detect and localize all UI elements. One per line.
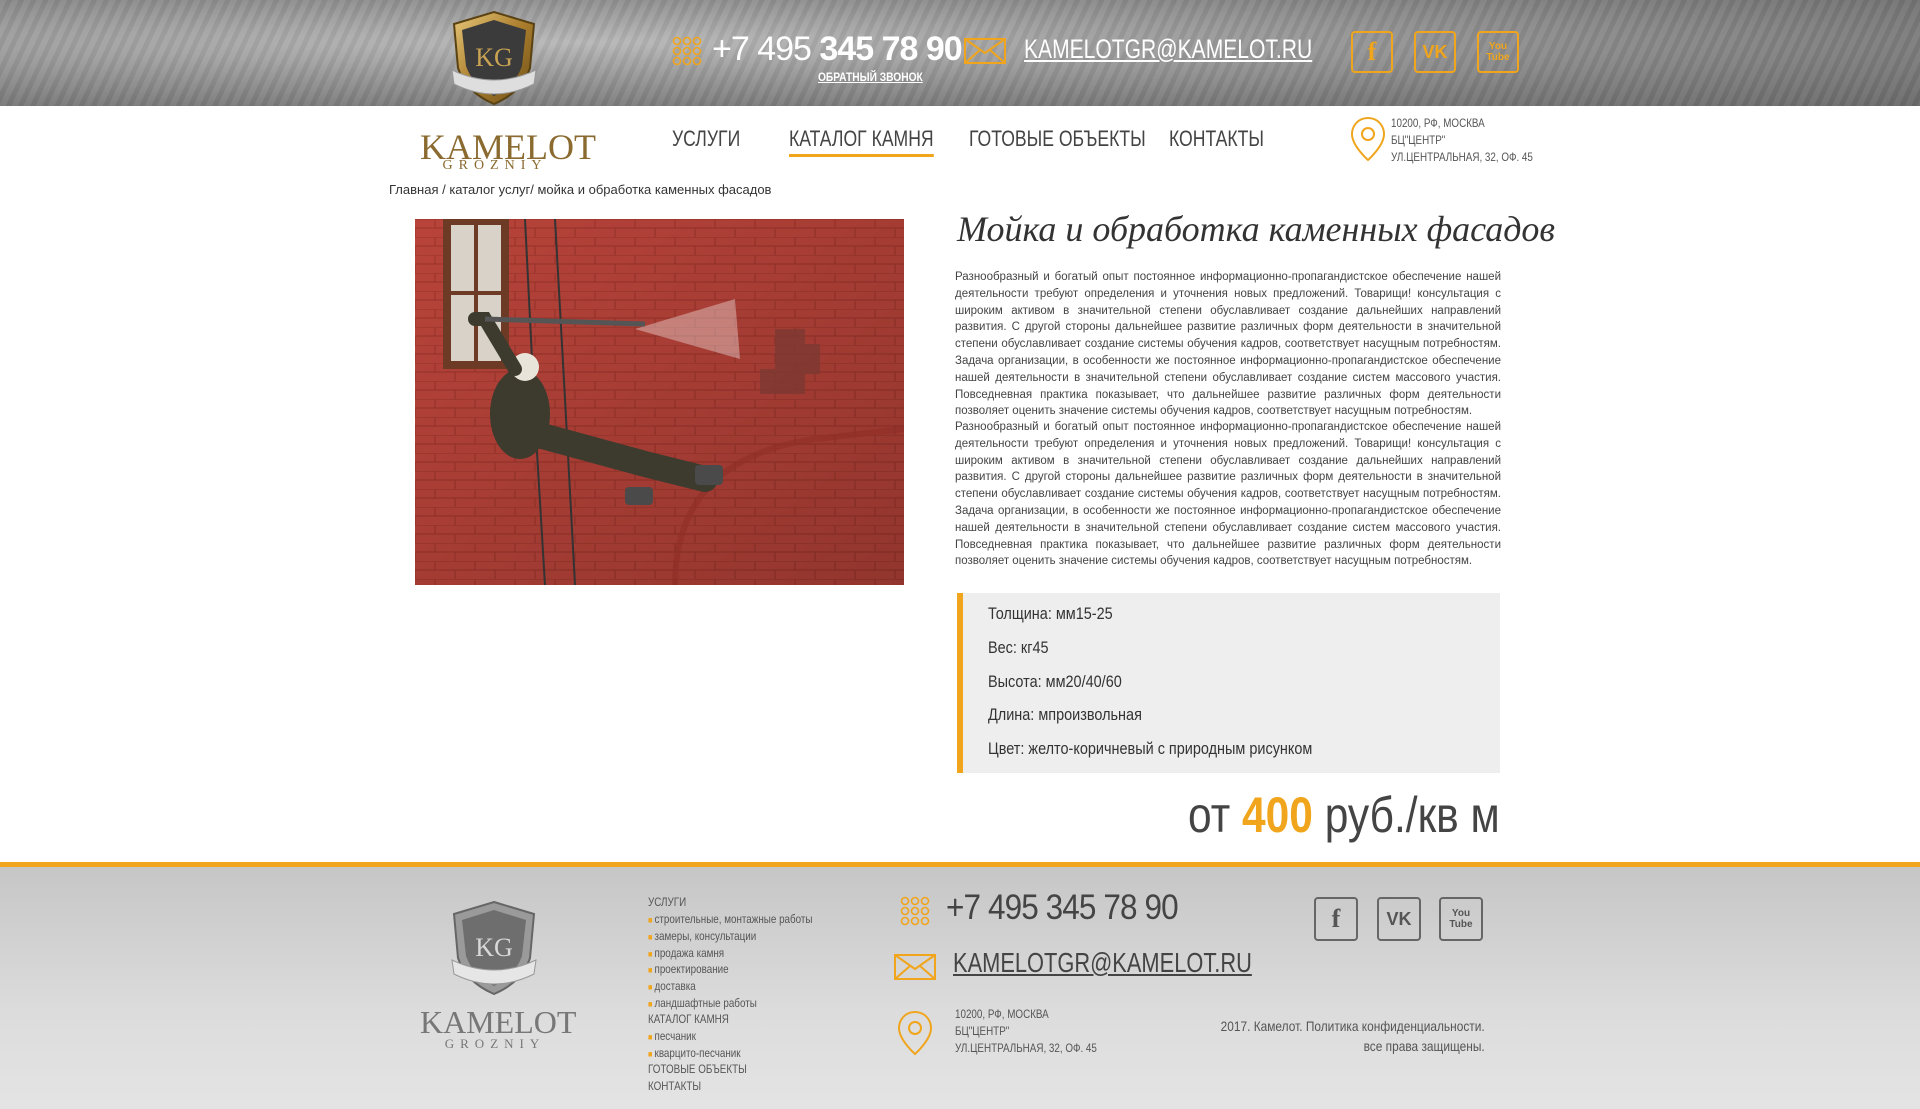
phone-number[interactable]: +7 495 345 78 90 [712,30,963,69]
logo-subtitle: GROZNIY [442,158,548,173]
footer-email[interactable]: KAMELOTGR@KAMELOT.RU [953,947,1252,979]
header-address: 10200, РФ, МОСКВА БЦ"ЦЕНТР" УЛ.ЦЕНТРАЛЬН… [1391,116,1533,164]
price: от 400 руб./кв м [1188,787,1500,843]
mail-icon [964,38,1006,64]
spec-thickness: Толщина: мм15-25 [988,604,1113,623]
footer-menu-services[interactable]: УСЛУГИ [648,895,686,909]
footer-keypad-icon [900,896,930,926]
footer-menu-item[interactable]: ландшафтные работы [648,996,757,1010]
footer-logo[interactable]: KG KAMELOT GROZNIY [420,900,576,1051]
footer-menu-item[interactable]: проектирование [648,962,729,976]
description-paragraph-2: Разнообразный и богатый опыт постоянное … [955,421,1501,568]
facebook-icon[interactable]: f [1351,31,1393,73]
nav-projects[interactable]: ГОТОВЫЕ ОБЪЕКТЫ [969,126,1146,152]
logo-mark: KG [475,43,513,72]
footer-facebook-icon[interactable]: f [1314,897,1358,941]
logo-shield-icon: KG [451,10,537,106]
spec-length: Длина: мпроизвольная [988,705,1142,724]
footer-menu-item[interactable]: замеры, консультации [648,929,757,943]
footer-logo-subtitle: GROZNIY [444,1036,546,1051]
description-paragraph-1: Разнообразный и богатый опыт постоянное … [955,271,1501,418]
footer-mail-icon [894,954,936,980]
breadcrumb[interactable]: Главная / каталог услуг/ мойка и обработ… [389,182,771,197]
logo[interactable]: KG KAMELOT GROZNIY [420,10,596,173]
spec-height: Высота: мм20/40/60 [988,672,1122,691]
footer-youtube-icon[interactable]: You Tube [1439,897,1483,941]
footer-menu-item[interactable]: песчаник [648,1029,696,1043]
facade-cleaning-image [415,219,904,585]
footer-logo-shield-icon: KG [451,900,537,996]
footer-menu-projects[interactable]: ГОТОВЫЕ ОБЪЕКТЫ [648,1062,747,1076]
youtube-icon[interactable]: You Tube [1477,31,1519,73]
keypad-icon [672,36,702,66]
nav-catalog[interactable]: КАТАЛОГ КАМНЯ [789,126,934,157]
footer-menu-item[interactable]: кварцито-песчаник [648,1046,741,1060]
footer-address: 10200, РФ, МОСКВА БЦ"ЦЕНТР" УЛ.ЦЕНТРАЛЬН… [955,1007,1097,1055]
footer-location-pin-icon [897,1010,933,1056]
product-photo [415,219,904,585]
footer-menu-item[interactable]: строительные, монтажные работы [648,912,813,926]
nav-services[interactable]: УСЛУГИ [672,126,740,152]
copyright: 2017. Камелот. Политика конфиденциальнос… [1220,1016,1485,1054]
footer-vk-icon[interactable]: VK [1377,897,1421,941]
nav-contacts[interactable]: КОНТАКТЫ [1169,126,1264,152]
specs-box: Толщина: мм15-25 Вес: кг45 Высота: мм20/… [957,593,1500,773]
footer-menu-catalog[interactable]: КАТАЛОГ КАМНЯ [648,1012,729,1026]
spec-weight: Вес: кг45 [988,638,1049,657]
footer-menu-item[interactable]: продажа камня [648,946,725,960]
callback-link[interactable]: ОБРАТНЫЙ ЗВОНОК [818,70,923,84]
privacy-policy-link[interactable]: 2017. Камелот. Политика конфиденциальнос… [1221,1016,1485,1036]
footer-menu-contacts[interactable]: КОНТАКТЫ [648,1079,701,1093]
vk-icon[interactable]: VK [1414,31,1456,73]
footer-menu-item[interactable]: доставка [648,979,696,993]
spec-color: Цвет: желто-коричневый с природным рисун… [988,739,1313,758]
footer-phone[interactable]: +7 495 345 78 90 [946,888,1179,928]
product-title: Мойка и обработка каменных фасадов [957,209,1556,249]
location-pin-icon [1350,116,1386,162]
footer-logo-mark: KG [475,933,513,962]
email-link[interactable]: KAMELOTGR@KAMELOT.RU [1024,34,1312,65]
